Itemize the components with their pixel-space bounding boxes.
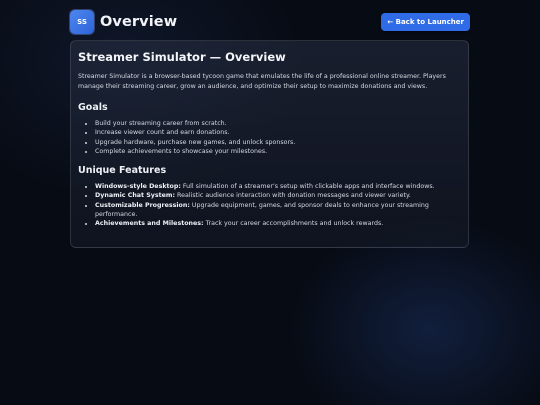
feature-text: Full simulation of a streamer's setup wi…	[182, 183, 435, 191]
intro-text: Streamer Simulator is a browser-based ty…	[78, 73, 446, 90]
features-list: Windows-style Desktop: Full simulation o…	[78, 182, 461, 228]
feature-item: Dynamic Chat System: Realistic audience …	[95, 191, 461, 200]
card-heading: Streamer Simulator — Overview	[78, 50, 286, 64]
overview-card: Streamer Simulator — Overview Streamer S…	[70, 40, 469, 248]
goal-item: Upgrade hardware, purchase new games, an…	[95, 138, 461, 147]
goal-item: Increase viewer count and earn donations…	[95, 128, 461, 137]
goals-list: Build your streaming career from scratch…	[78, 119, 461, 156]
feature-item: Customizable Progression: Upgrade equipm…	[95, 201, 461, 220]
page-header: SS Overview ← Back to Launcher	[70, 10, 470, 34]
feature-title: Windows-style Desktop:	[95, 183, 181, 191]
goal-item: Build your streaming career from scratch…	[95, 119, 461, 128]
brand: SS Overview	[70, 10, 177, 34]
feature-title: Achievements and Milestones:	[95, 220, 204, 228]
page-title: Overview	[100, 14, 178, 30]
goal-item: Complete achievements to showcase your m…	[95, 147, 461, 156]
feature-title: Customizable Progression:	[95, 201, 190, 209]
goals-heading: Goals	[78, 102, 108, 113]
feature-item: Windows-style Desktop: Full simulation o…	[95, 182, 461, 191]
back-to-launcher-button[interactable]: ← Back to Launcher	[381, 13, 470, 31]
feature-title: Dynamic Chat System:	[95, 192, 176, 200]
feature-item: Achievements and Milestones: Track your …	[95, 219, 461, 228]
app-logo: SS	[70, 10, 94, 34]
feature-text: Realistic audience interaction with dona…	[177, 192, 411, 200]
features-heading: Unique Features	[78, 165, 167, 177]
feature-text: Track your career accomplishments and un…	[205, 220, 384, 228]
